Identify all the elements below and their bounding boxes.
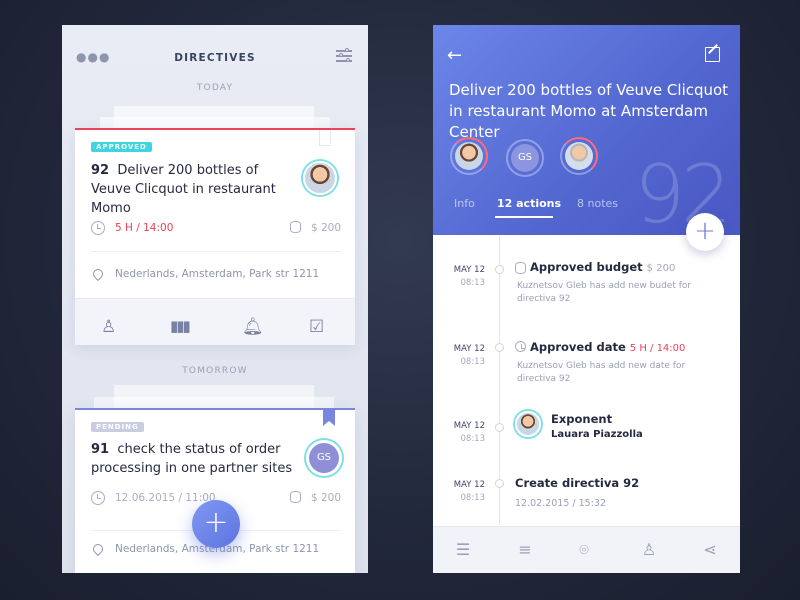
detail-title: Deliver 200 bottles of Veuve Clicquot in… <box>449 81 729 141</box>
detail-header: ← Deliver 200 bottles of Veuve Clicquot … <box>433 25 740 235</box>
time-label: 08:13 <box>460 434 486 444</box>
location-pin-icon <box>90 541 106 557</box>
timeline-subtitle: Lauara Piazzolla <box>551 429 643 440</box>
section-label-today: TODAY <box>196 83 234 93</box>
coins-icon[interactable]: ☰ <box>451 540 475 559</box>
stats-icon[interactable]: ▮▮▮ <box>170 317 191 335</box>
coins-icon <box>290 491 301 503</box>
status-badge: APPROVED <box>91 142 152 152</box>
tab-actions[interactable]: 12 actions <box>497 197 561 210</box>
timeline-dot <box>495 265 504 274</box>
timeline-description: 12.02.2015 / 15:32 <box>515 498 607 509</box>
directive-card[interactable]: PENDING 91 check the status of order pro… <box>75 408 355 573</box>
date-label: MAY 12 <box>453 265 485 275</box>
timeline-dot <box>495 423 504 432</box>
tab-info[interactable]: Info <box>454 197 475 210</box>
avatar[interactable] <box>303 161 337 195</box>
clock-icon <box>91 491 105 505</box>
timeline-date: MAY 12 08:13 <box>441 420 485 446</box>
card-accent-bar <box>75 128 355 130</box>
timeline-date: MAY 12 08:13 <box>441 479 485 505</box>
bottom-nav: ☰ ≡ ⌾ ♙ ⋖ <box>433 526 740 573</box>
bookmark-icon[interactable] <box>319 130 332 146</box>
card-title-text: Deliver 200 bottles of Veuve Clicquot in… <box>91 163 276 216</box>
section-label-tomorrow: TOMORROW <box>182 366 248 376</box>
bookmark-icon[interactable] <box>323 410 335 426</box>
add-person-icon[interactable]: ♙ <box>637 540 661 559</box>
address-row: Nederlands, Amsterdam, Park str 1211 <box>90 266 341 284</box>
divider <box>91 251 341 252</box>
date-label: MAY 12 <box>453 421 485 431</box>
page-title: DIRECTIVES <box>174 52 256 64</box>
card-title-text: check the status of order processing in … <box>91 442 293 476</box>
address-text: Nederlands, Amsterdam, Park str 1211 <box>115 268 320 280</box>
date-label: MAY 12 <box>453 344 485 354</box>
timeline-title: Approved date 5 H / 14:00 <box>530 340 685 354</box>
card-title: 92 Deliver 200 bottles of Veuve Clicquot… <box>91 161 301 218</box>
coins-icon <box>290 221 301 233</box>
clock-icon <box>515 341 526 352</box>
participant-avatar[interactable]: GS <box>506 139 544 177</box>
timeline-date: MAY 12 08:13 <box>441 343 485 369</box>
add-action-button[interactable]: + <box>686 213 724 251</box>
add-person-icon[interactable]: ♙ <box>101 317 116 337</box>
timeline-dot <box>495 343 504 352</box>
card-accent-bar <box>75 408 355 410</box>
check-icon[interactable]: ☑ <box>309 317 324 337</box>
timeline-title: Create directiva 92 <box>515 476 640 490</box>
directive-card[interactable]: APPROVED 92 Deliver 200 bottles of Veuve… <box>75 128 355 345</box>
timeline-extra: $ 200 <box>646 263 676 274</box>
avatar[interactable] <box>515 411 541 437</box>
date-label: MAY 12 <box>453 480 485 490</box>
location-pin-icon[interactable]: ⌾ <box>572 540 596 560</box>
budget-amount: $ 200 <box>310 492 341 504</box>
timeline-date: MAY 12 08:13 <box>441 264 485 290</box>
list-icon[interactable]: ≡ <box>513 540 537 559</box>
status-badge: PENDING <box>91 422 144 432</box>
card-action-bar: ♙ ▮▮▮ 🔔︎ ☑ <box>75 298 355 345</box>
location-pin-icon <box>90 266 106 282</box>
coins-icon <box>515 262 526 274</box>
avatar-initials: GS <box>511 144 539 172</box>
timeline-title-text: Approved budget <box>530 260 643 274</box>
add-directive-button[interactable]: + <box>192 500 240 548</box>
timeline-dot <box>495 479 504 488</box>
clock-icon <box>91 221 105 235</box>
filter-sliders-icon[interactable] <box>336 48 352 63</box>
participant-avatar[interactable] <box>450 137 488 175</box>
back-arrow-icon[interactable]: ← <box>447 45 462 66</box>
timeline-description: Kuznetsov Gleb has add new date for dire… <box>517 361 686 384</box>
header: ●●● DIRECTIVES <box>62 25 368 85</box>
time-label: 08:13 <box>460 278 486 288</box>
share-icon[interactable]: ⋖ <box>698 540 722 559</box>
avatar[interactable]: GS <box>309 443 339 473</box>
time-label: 08:13 <box>460 357 486 367</box>
active-tab-indicator <box>495 216 553 218</box>
deadline-row: 5 H / 14:00 $ 200 <box>91 220 341 238</box>
tab-notes[interactable]: 8 notes <box>577 197 618 210</box>
deadline-time: 5 H / 14:00 <box>115 222 174 234</box>
directive-detail-screen: ← Deliver 200 bottles of Veuve Clicquot … <box>433 25 740 573</box>
bell-icon[interactable]: 🔔︎ <box>242 317 264 337</box>
card-title: 91 check the status of order processing … <box>91 440 301 478</box>
timeline-title-text: Approved date <box>530 340 626 354</box>
card-number: 92 <box>91 163 110 178</box>
time-label: 08:13 <box>460 493 486 503</box>
deadline-time: 12.06.2015 / 11:00 <box>115 492 216 504</box>
timeline-description: Kuznetsov Gleb has add new budet for dir… <box>517 281 692 304</box>
timeline-title: Approved budget $ 200 <box>530 260 675 274</box>
timeline-title: Exponent <box>551 412 613 426</box>
timeline-extra: 5 H / 14:00 <box>629 343 686 354</box>
card-number: 91 <box>91 442 110 457</box>
edit-icon[interactable] <box>705 47 720 62</box>
budget-amount: $ 200 <box>310 222 341 234</box>
participant-avatar[interactable] <box>560 137 598 175</box>
directives-list-screen: ●●● DIRECTIVES TODAY APPROVED 92 Deliver… <box>62 25 368 573</box>
